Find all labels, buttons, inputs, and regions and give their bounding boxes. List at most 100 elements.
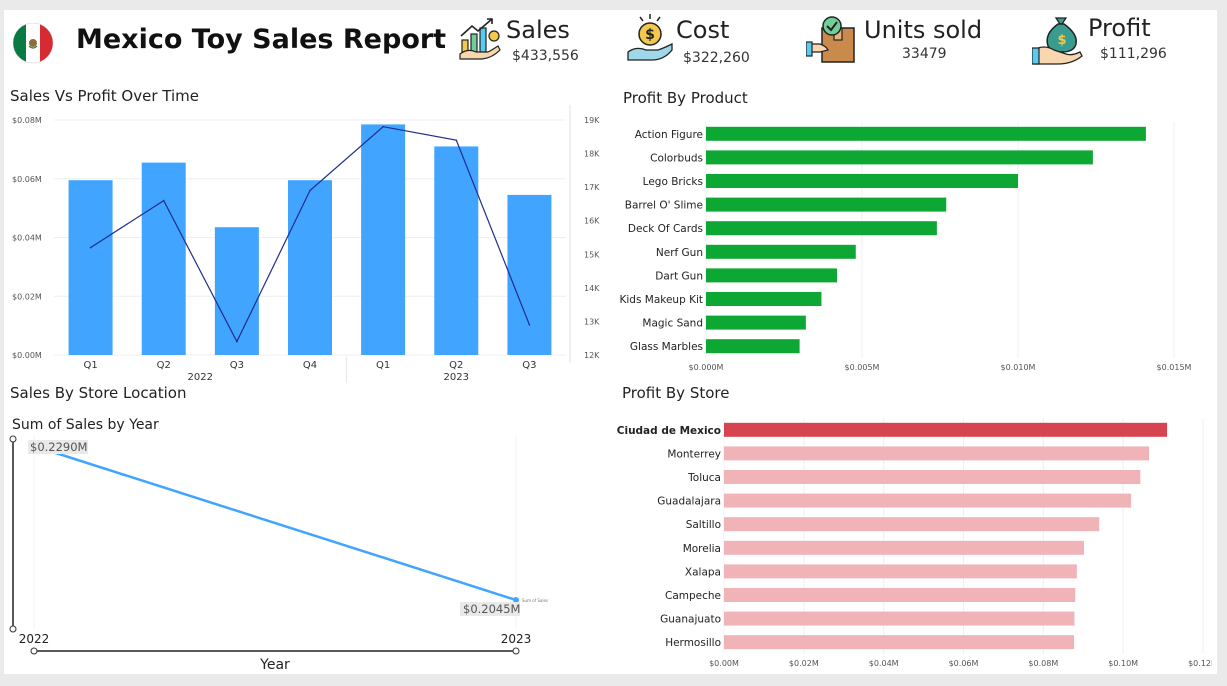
x-tick-label: Q3 <box>230 360 244 371</box>
y-slider-handle <box>9 435 17 443</box>
category-label: Colorbuds <box>650 152 703 164</box>
category-label: Hermosillo <box>665 637 721 649</box>
category-label: Monterrey <box>667 448 721 460</box>
x-tick-label: $0.000M <box>689 363 724 372</box>
x-tick-label: $0.00M <box>709 659 739 668</box>
sum-of-sales-by-year-title: Sum of Sales by Year <box>12 417 159 433</box>
x-tick-label: Q2 <box>157 360 171 371</box>
product-bar <box>706 126 1146 141</box>
x-axis-title: Year <box>259 657 290 673</box>
x-slider-handle <box>512 647 520 655</box>
sales-year-line <box>33 444 517 602</box>
kpi-units-sold: Units sold 33479 <box>805 12 986 68</box>
store-bar <box>724 635 1075 650</box>
product-bar <box>706 315 806 330</box>
x-group-label: 2022 <box>188 372 213 383</box>
kpi-units-sold-value: 33479 <box>902 46 947 62</box>
y-tick-label-left: $0.06M <box>12 175 42 184</box>
product-bar <box>706 197 947 212</box>
sales-bar <box>214 227 259 355</box>
profit-point <box>382 125 384 128</box>
sales-bar <box>141 162 186 355</box>
category-label: Xalapa <box>685 566 721 578</box>
svg-text:$: $ <box>645 27 655 43</box>
svg-text:$: $ <box>1057 33 1066 48</box>
x-tick-label: Q1 <box>83 360 97 371</box>
sales-growth-icon <box>458 16 502 62</box>
product-bar <box>706 174 1018 188</box>
category-label: Campeche <box>665 590 721 602</box>
profit-by-store-chart: $0.00M $0.02M $0.04M $0.06M $0.08M $0.10M $0.1… <box>617 418 1212 668</box>
y-tick-label-right: 17K <box>584 183 600 192</box>
category-label: Deck Of Cards <box>628 223 703 235</box>
y-tick-label-right: 16K <box>584 217 600 226</box>
store-bar <box>724 470 1141 484</box>
kpi-cost: $ Cost $322,260 <box>626 12 756 68</box>
y-tick-label-right: 13K <box>584 317 600 326</box>
x-group-label: 2023 <box>444 372 469 383</box>
store-bar <box>724 540 1085 555</box>
y-slider-handle <box>9 625 17 633</box>
category-label: Action Figure <box>635 129 703 141</box>
y-tick-label-right: 18K <box>584 150 600 159</box>
y-tick-label-right: 15K <box>584 250 600 259</box>
x-tick-label: $0.02M <box>789 659 819 668</box>
x-tick-label: $0.04M <box>869 659 899 668</box>
profit-point <box>528 323 531 326</box>
sum-of-sales-by-year-chart: $0.2290M $0.2045MSum of Sales 2022 2023 Year <box>9 435 548 673</box>
y-tick-label-right: 19K <box>584 116 600 125</box>
profit-by-store-title: Profit By Store <box>622 384 730 402</box>
y-tick-label-right: 14K <box>584 284 600 293</box>
data-label: $0.2290M <box>30 440 87 454</box>
data-label: $0.2045M <box>463 602 520 616</box>
category-label: Saltillo <box>686 519 721 531</box>
y-tick-label-left: $0.02M <box>12 292 42 301</box>
category-label: Nerf Gun <box>656 247 703 259</box>
product-bar <box>706 221 937 236</box>
kpi-profit: $ Profit $111,296 <box>1031 12 1182 68</box>
kpi-sales: Sales $433,556 <box>456 14 586 66</box>
kpi-profit-title: Profit <box>1088 14 1151 42</box>
x-tick-label: $0.010M <box>1001 363 1036 372</box>
series-name-label: Sum of Sales <box>522 598 548 603</box>
category-label: Ciudad de Mexico <box>617 425 721 437</box>
x-tick-label: 2023 <box>501 632 532 646</box>
category-label: Guanajuato <box>660 614 721 626</box>
x-tick-label: $0.015M <box>1157 363 1192 372</box>
x-slider-handle <box>30 647 38 655</box>
report-title: Mexico Toy Sales Report <box>76 24 447 55</box>
y-tick-label-left: $0.04M <box>12 234 42 243</box>
category-label: Glass Marbles <box>630 341 703 353</box>
coin-hand-icon: $ <box>626 12 674 64</box>
store-bar <box>724 422 1168 437</box>
kpi-sales-title: Sales <box>506 16 570 44</box>
profit-point <box>162 199 165 202</box>
category-label: Magic Sand <box>642 318 703 330</box>
x-tick-label: Q3 <box>522 360 536 371</box>
profit-point <box>236 340 238 343</box>
category-label: Barrel O' Slime <box>625 200 703 212</box>
delivery-box-icon <box>805 14 858 66</box>
product-bar <box>706 244 856 259</box>
sales-bar <box>288 180 332 355</box>
store-bar <box>724 517 1100 532</box>
profit-point <box>455 139 458 141</box>
x-tick-label: Q1 <box>376 360 390 371</box>
x-tick-label: $0.06M <box>949 659 979 668</box>
x-tick-label: $0.005M <box>845 363 880 372</box>
profit-by-product-title: Profit By Product <box>623 89 748 107</box>
category-label: Toluca <box>687 472 721 484</box>
money-bag-hand-icon: $ <box>1031 14 1086 66</box>
kpi-cost-value: $322,260 <box>683 50 750 66</box>
kpi-sales-value: $433,556 <box>512 48 579 64</box>
profit-point <box>89 246 92 249</box>
store-bar <box>724 493 1132 508</box>
sales-vs-profit-title: Sales Vs Profit Over Time <box>10 87 199 105</box>
y-tick-label-left: $0.00M <box>12 351 42 360</box>
store-bar <box>724 611 1075 626</box>
y-tick-label-right: 12K <box>584 351 600 360</box>
product-bar <box>706 292 822 306</box>
category-label: Dart Gun <box>655 270 703 282</box>
store-bar <box>724 446 1150 461</box>
y-tick-label-left: $0.08M <box>12 116 42 125</box>
